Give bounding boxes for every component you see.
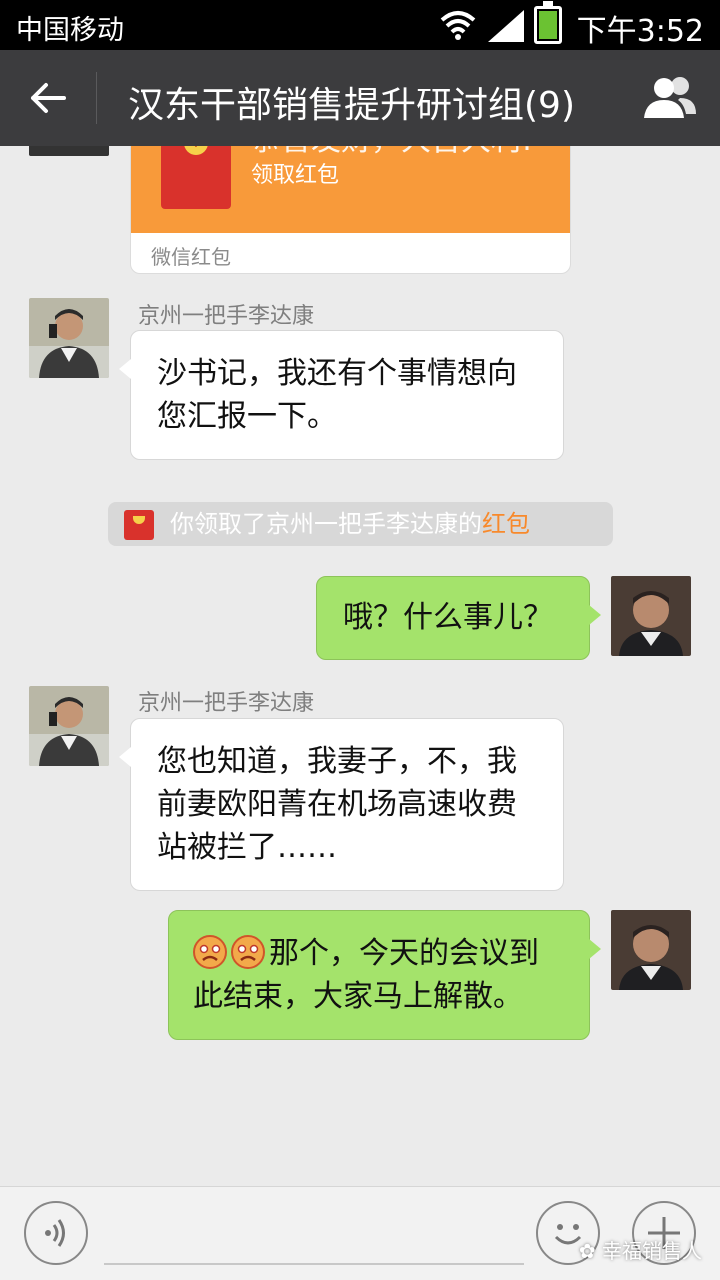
red-envelope-icon: ¥ (161, 146, 231, 209)
message-bubble[interactable]: 沙书记，我还有个事情想向您汇报一下。 (119, 330, 564, 460)
sender-name: 京州一把手李达康 (138, 304, 315, 329)
battery-icon (534, 1, 562, 44)
system-notice: 你领取了京州一把手李达康的红包 (108, 502, 613, 546)
voice-button[interactable] (24, 1201, 88, 1265)
message-input[interactable] (104, 1263, 524, 1265)
signal-icon (488, 10, 524, 42)
red-packet-card[interactable]: ¥ 恭喜发财，大吉大利! 领取红包 微信红包 (130, 146, 571, 274)
notice-text: 你领取了京州一把手李达康的 (170, 510, 482, 538)
status-bar: 中国移动 下午3:52 (0, 0, 720, 50)
red-packet-action: 领取红包 (251, 163, 340, 188)
back-button[interactable] (24, 74, 72, 122)
avatar-self[interactable] (611, 576, 691, 656)
my-message-bubble[interactable]: 那个，今天的会议到此结束，大家马上解散。 (168, 910, 601, 1040)
chat-area[interactable]: ¥ 恭喜发财，大吉大利! 领取红包 微信红包 京州一把手李达康 沙书记，我还有个… (0, 146, 720, 1186)
angry-face-icon (193, 935, 227, 969)
wifi-icon (440, 11, 476, 40)
voice-icon (45, 1219, 65, 1247)
status-time: 下午3:52 (576, 14, 704, 49)
chat-title: 汉东干部销售提升研讨组(9) (128, 85, 575, 126)
my-message-bubble[interactable]: 哦？什么事儿？ (316, 576, 601, 660)
group-members-icon[interactable] (642, 74, 698, 122)
red-packet-link[interactable]: 红包 (482, 510, 530, 538)
header-divider (96, 72, 97, 124)
avatar-self[interactable] (611, 910, 691, 990)
avatar-lidakang[interactable] (29, 146, 109, 156)
avatar-lidakang[interactable] (29, 298, 109, 378)
arrow-left-icon (31, 83, 66, 113)
sender-name: 京州一把手李达康 (138, 691, 315, 716)
red-packet-icon (124, 510, 154, 540)
red-packet-footer: 微信红包 (151, 245, 231, 269)
input-bar: ✿ 幸福销售人 (0, 1186, 720, 1280)
watermark: ✿ 幸福销售人 (578, 1239, 702, 1263)
watermark-text: 幸福销售人 (602, 1239, 702, 1263)
message-bubble[interactable]: 您也知道，我妻子，不，我前妻欧阳菁在机场高速收费站被拦了…… (119, 718, 564, 891)
carrier-name: 中国移动 (16, 15, 124, 46)
chat-header: 汉东干部销售提升研讨组(9) (0, 50, 720, 146)
avatar-lidakang[interactable] (29, 686, 109, 766)
angry-face-icon (231, 935, 265, 969)
